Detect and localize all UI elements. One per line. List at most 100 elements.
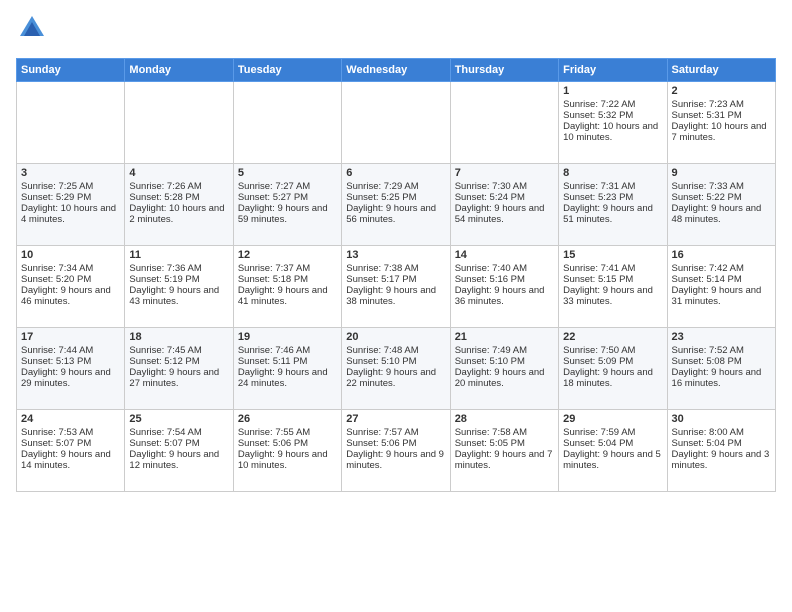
week-row-4: 17Sunrise: 7:44 AMSunset: 5:13 PMDayligh… <box>17 328 776 410</box>
header <box>16 12 776 50</box>
cell-content-line: Sunrise: 7:55 AM <box>238 427 337 438</box>
calendar-cell: 25Sunrise: 7:54 AMSunset: 5:07 PMDayligh… <box>125 410 233 492</box>
week-row-1: 1Sunrise: 7:22 AMSunset: 5:32 PMDaylight… <box>17 82 776 164</box>
cell-content-line: Sunset: 5:31 PM <box>672 110 771 121</box>
calendar-cell: 24Sunrise: 7:53 AMSunset: 5:07 PMDayligh… <box>17 410 125 492</box>
cell-content-line: Sunset: 5:19 PM <box>129 274 228 285</box>
week-row-5: 24Sunrise: 7:53 AMSunset: 5:07 PMDayligh… <box>17 410 776 492</box>
cell-content-line: Daylight: 9 hours and 46 minutes. <box>21 285 120 307</box>
cell-content-line: Daylight: 9 hours and 31 minutes. <box>672 285 771 307</box>
cell-content-line: Daylight: 9 hours and 24 minutes. <box>238 367 337 389</box>
cell-content-line: Sunset: 5:09 PM <box>563 356 662 367</box>
cell-content-line: Daylight: 9 hours and 16 minutes. <box>672 367 771 389</box>
cell-content-line: Sunrise: 7:23 AM <box>672 99 771 110</box>
cell-content-line: Sunset: 5:14 PM <box>672 274 771 285</box>
cell-content-line: Sunset: 5:25 PM <box>346 192 445 203</box>
calendar-cell: 26Sunrise: 7:55 AMSunset: 5:06 PMDayligh… <box>233 410 341 492</box>
day-number: 24 <box>21 413 120 425</box>
day-number: 10 <box>21 249 120 261</box>
cell-content-line: Daylight: 9 hours and 5 minutes. <box>563 449 662 471</box>
calendar-cell: 18 Sunrise: 7:45 AMSunset: 5:12 PMDayligh… <box>125 328 233 410</box>
calendar-cell: 19Sunrise: 7:46 AMSunset: 5:11 PMDayligh… <box>233 328 341 410</box>
logo <box>16 12 52 50</box>
cell-content-line: Daylight: 9 hours and 7 minutes. <box>455 449 554 471</box>
calendar-cell: 1Sunrise: 7:22 AMSunset: 5:32 PMDaylight… <box>559 82 667 164</box>
cell-content-line: Sunset: 5:10 PM <box>346 356 445 367</box>
day-number: 18 <box>129 331 228 343</box>
cell-content-line: Sunset: 5:29 PM <box>21 192 120 203</box>
cell-content-line: Sunrise: 7:49 AM <box>455 345 554 356</box>
cell-content-line: Sunrise: 7:27 AM <box>238 181 337 192</box>
day-number: 5 <box>238 167 337 179</box>
cell-content-line: Daylight: 10 hours and 10 minutes. <box>563 121 662 143</box>
calendar-cell: 5Sunrise: 7:27 AMSunset: 5:27 PMDaylight… <box>233 164 341 246</box>
logo-icon <box>16 12 48 50</box>
cell-content-line: Sunset: 5:32 PM <box>563 110 662 121</box>
calendar-cell: 21Sunrise: 7:49 AMSunset: 5:10 PMDayligh… <box>450 328 558 410</box>
col-header-thursday: Thursday <box>450 59 558 82</box>
cell-content-line: Daylight: 9 hours and 27 minutes. <box>129 367 228 389</box>
cell-content-line: Daylight: 9 hours and 36 minutes. <box>455 285 554 307</box>
calendar-cell: 17Sunrise: 7:44 AMSunset: 5:13 PMDayligh… <box>17 328 125 410</box>
cell-content-line: Daylight: 9 hours and 20 minutes. <box>455 367 554 389</box>
calendar-cell: 27Sunrise: 7:57 AMSunset: 5:06 PMDayligh… <box>342 410 450 492</box>
calendar-table: SundayMondayTuesdayWednesdayThursdayFrid… <box>16 58 776 492</box>
day-number: 19 <box>238 331 337 343</box>
cell-content-line: Daylight: 9 hours and 41 minutes. <box>238 285 337 307</box>
cell-content-line: Sunrise: 7:50 AM <box>563 345 662 356</box>
calendar-cell: 23Sunrise: 7:52 AMSunset: 5:08 PMDayligh… <box>667 328 775 410</box>
week-row-3: 10Sunrise: 7:34 AMSunset: 5:20 PMDayligh… <box>17 246 776 328</box>
calendar-cell: 8Sunrise: 7:31 AMSunset: 5:23 PMDaylight… <box>559 164 667 246</box>
day-number: 2 <box>672 85 771 97</box>
cell-content-line: Sunrise: 7:58 AM <box>455 427 554 438</box>
day-number: 30 <box>672 413 771 425</box>
cell-content-line: Sunset: 5:24 PM <box>455 192 554 203</box>
day-number: 20 <box>346 331 445 343</box>
cell-content-line: Sunrise: 7:38 AM <box>346 263 445 274</box>
cell-content-line: Sunset: 5:11 PM <box>238 356 337 367</box>
day-number: 6 <box>346 167 445 179</box>
cell-content-line: Sunrise: 7:42 AM <box>672 263 771 274</box>
cell-content-line: Daylight: 9 hours and 48 minutes. <box>672 203 771 225</box>
cell-content-line: Daylight: 9 hours and 12 minutes. <box>129 449 228 471</box>
col-header-friday: Friday <box>559 59 667 82</box>
day-number: 11 <box>129 249 228 261</box>
calendar-cell: 13Sunrise: 7:38 AMSunset: 5:17 PMDayligh… <box>342 246 450 328</box>
week-row-2: 3Sunrise: 7:25 AMSunset: 5:29 PMDaylight… <box>17 164 776 246</box>
cell-content-line: Sunrise: 7:36 AM <box>129 263 228 274</box>
calendar-cell: 6Sunrise: 7:29 AMSunset: 5:25 PMDaylight… <box>342 164 450 246</box>
day-number: 17 <box>21 331 120 343</box>
cell-content-line: Sunset: 5:05 PM <box>455 438 554 449</box>
calendar-cell: 29 Sunrise: 7:59 AMSunset: 5:04 PMDayligh… <box>559 410 667 492</box>
cell-content-line: Sunset: 5:06 PM <box>346 438 445 449</box>
col-header-wednesday: Wednesday <box>342 59 450 82</box>
calendar-cell: 2Sunrise: 7:23 AMSunset: 5:31 PMDaylight… <box>667 82 775 164</box>
day-number: 28 <box>455 413 554 425</box>
cell-content-line: Sunrise: 7:45 AM <box>129 345 228 356</box>
cell-content-line: Sunrise: 7:31 AM <box>563 181 662 192</box>
calendar-cell: 10Sunrise: 7:34 AMSunset: 5:20 PMDayligh… <box>17 246 125 328</box>
day-number: 26 <box>238 413 337 425</box>
cell-content-line: Daylight: 9 hours and 14 minutes. <box>21 449 120 471</box>
day-number: 21 <box>455 331 554 343</box>
calendar-cell: 12Sunrise: 7:37 AMSunset: 5:18 PMDayligh… <box>233 246 341 328</box>
cell-content-line: Daylight: 9 hours and 43 minutes. <box>129 285 228 307</box>
cell-content-line: Sunset: 5:12 PM <box>129 356 228 367</box>
cell-content-line: Sunset: 5:08 PM <box>672 356 771 367</box>
cell-content-line: Daylight: 9 hours and 54 minutes. <box>455 203 554 225</box>
cell-content-line: Sunrise: 7:25 AM <box>21 181 120 192</box>
cell-content-line: Sunrise: 7:48 AM <box>346 345 445 356</box>
cell-content-line: Sunset: 5:15 PM <box>563 274 662 285</box>
cell-content-line: Sunset: 5:04 PM <box>563 438 662 449</box>
cell-content-line: Sunrise: 7:54 AM <box>129 427 228 438</box>
cell-content-line: Daylight: 9 hours and 33 minutes. <box>563 285 662 307</box>
calendar-cell: 28 Sunrise: 7:58 AMSunset: 5:05 PMDayligh… <box>450 410 558 492</box>
cell-content-line: Sunset: 5:23 PM <box>563 192 662 203</box>
day-number: 16 <box>672 249 771 261</box>
calendar-cell: 15Sunrise: 7:41 AMSunset: 5:15 PMDayligh… <box>559 246 667 328</box>
day-number: 29 <box>563 413 662 425</box>
calendar-cell <box>342 82 450 164</box>
calendar-cell: 22Sunrise: 7:50 AMSunset: 5:09 PMDayligh… <box>559 328 667 410</box>
cell-content-line: Sunrise: 7:59 AM <box>563 427 662 438</box>
cell-content-line: Sunset: 5:22 PM <box>672 192 771 203</box>
